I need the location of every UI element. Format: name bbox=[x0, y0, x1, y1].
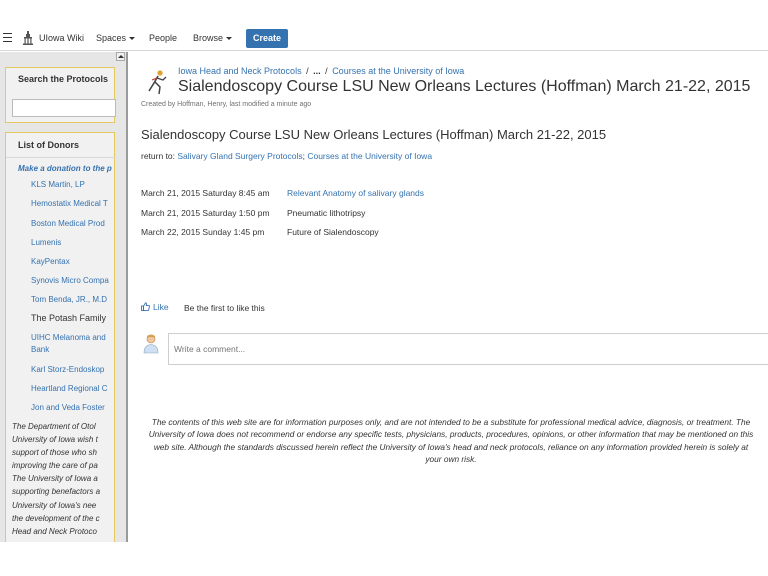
schedule-topic: Future of Sialendoscopy bbox=[287, 227, 379, 237]
breadcrumb-ellipsis[interactable]: ... bbox=[313, 66, 321, 76]
return-to-label: return to: bbox=[141, 151, 178, 161]
paragraph-line: support of those who sh bbox=[12, 448, 97, 458]
schedule-date: March 21, 2015 Saturday 8:45 am bbox=[141, 188, 270, 198]
breadcrumb: Iowa Head and Neck Protocols / ... / Cou… bbox=[178, 66, 464, 76]
donor-link[interactable]: Tom Benda, JR., M.D bbox=[31, 295, 107, 304]
sidebar-paragraph: The Department of Otol University of Iow… bbox=[12, 420, 117, 538]
page-logo-icon bbox=[148, 70, 167, 95]
schedule-row: March 22, 2015 Sunday 1:45 pm Future of … bbox=[141, 227, 379, 237]
breadcrumb-link[interactable]: Courses at the University of Iowa bbox=[332, 66, 464, 76]
search-protocols-title: Search the Protocols bbox=[18, 74, 109, 84]
return-to-line: return to: Salivary Gland Surgery Protoc… bbox=[141, 151, 432, 161]
people-link[interactable]: People bbox=[149, 33, 177, 43]
courses-link[interactable]: Courses at the University of Iowa bbox=[307, 151, 432, 161]
donor-link[interactable]: KayPentax bbox=[31, 257, 70, 266]
breadcrumb-separator: / bbox=[306, 66, 309, 76]
breadcrumb-separator: / bbox=[325, 66, 328, 76]
salivary-gland-protocols-link[interactable]: Salivary Gland Surgery Protocols bbox=[177, 151, 302, 161]
like-status: Be the first to like this bbox=[184, 303, 265, 313]
donor-link[interactable]: Karl Storz-Endoskop bbox=[31, 365, 104, 374]
donor-link[interactable]: KLS Martin, LP bbox=[31, 180, 85, 189]
thumbs-up-icon bbox=[141, 302, 150, 311]
paragraph-line: supporting benefactors a bbox=[12, 487, 101, 497]
browse-label: Browse bbox=[193, 33, 224, 43]
search-protocols-input[interactable] bbox=[12, 99, 116, 117]
chevron-down-icon bbox=[226, 37, 233, 40]
page-title: Sialendoscopy Course LSU New Orleans Lec… bbox=[178, 78, 751, 95]
paragraph-line: University of Iowa wish t bbox=[12, 435, 98, 445]
schedule-date: March 22, 2015 Sunday 1:45 pm bbox=[141, 227, 265, 237]
site-name-link[interactable]: UIowa Wiki bbox=[39, 33, 84, 43]
top-navigation-bar: UIowa Wiki Spaces People Browse Create bbox=[0, 26, 768, 51]
donor-link[interactable]: Boston Medical Prod bbox=[31, 219, 105, 228]
user-avatar-icon bbox=[143, 334, 159, 354]
old-capitol-logo-icon[interactable] bbox=[23, 31, 33, 45]
disclaimer: The contents of this web site are for in… bbox=[148, 417, 754, 465]
page-byline: Created by Hoffman, Henry, last modified… bbox=[141, 101, 312, 108]
paragraph-line: improving the care of pa bbox=[12, 461, 98, 471]
donor-text: The Potash Family bbox=[31, 313, 107, 323]
divider bbox=[6, 157, 116, 158]
schedule-row: March 21, 2015 Saturday 8:45 am Relevant… bbox=[141, 188, 424, 198]
donor-link[interactable]: Hemostatix Medical T bbox=[31, 199, 108, 208]
comment-input[interactable] bbox=[168, 333, 768, 365]
paragraph-line: Head and Neck Protoco bbox=[12, 526, 97, 536]
spaces-menu[interactable]: Spaces bbox=[96, 33, 136, 43]
sidebar: Search the Protocols List of Donors Make… bbox=[0, 52, 128, 542]
sidebar-scroll-up-icon[interactable] bbox=[116, 52, 125, 61]
donate-link[interactable]: Make a donation to the p bbox=[18, 164, 112, 173]
search-protocols-panel: Search the Protocols bbox=[5, 67, 116, 123]
menu-icon[interactable] bbox=[3, 33, 12, 42]
schedule-topic: Pneumatic lithotripsy bbox=[287, 208, 366, 218]
schedule-row: March 21, 2015 Saturday 1:50 pm Pneumati… bbox=[141, 208, 365, 218]
breadcrumb-link[interactable]: Iowa Head and Neck Protocols bbox=[178, 66, 302, 76]
chevron-down-icon bbox=[129, 37, 136, 40]
donor-link[interactable]: UIHC Melanoma and Bank bbox=[31, 332, 111, 356]
paragraph-line: University of Iowa's nee bbox=[12, 500, 97, 510]
like-button[interactable]: Like bbox=[141, 302, 169, 312]
like-row: Like Be the first to like this bbox=[141, 302, 265, 313]
create-button[interactable]: Create bbox=[246, 29, 288, 48]
browse-menu[interactable]: Browse bbox=[193, 33, 233, 43]
content-heading: Sialendoscopy Course LSU New Orleans Lec… bbox=[141, 127, 607, 142]
paragraph-line: the development of the c bbox=[12, 513, 100, 523]
main-content: Iowa Head and Neck Protocols / ... / Cou… bbox=[128, 52, 768, 542]
like-label: Like bbox=[153, 302, 169, 312]
donor-link[interactable]: Jon and Veda Foster bbox=[31, 403, 105, 412]
donor-link[interactable]: Lumenis bbox=[31, 238, 61, 247]
donor-link[interactable]: Synovis Micro Compa bbox=[31, 276, 109, 285]
paragraph-line: The University of Iowa a bbox=[12, 474, 98, 484]
donor-link[interactable]: Heartland Regional C bbox=[31, 384, 108, 393]
schedule-topic-link[interactable]: Relevant Anatomy of salivary glands bbox=[287, 188, 424, 198]
donors-title: List of Donors bbox=[18, 140, 79, 150]
spaces-label: Spaces bbox=[96, 33, 127, 43]
paragraph-line: The Department of Otol bbox=[12, 422, 96, 431]
schedule-date: March 21, 2015 Saturday 1:50 pm bbox=[141, 208, 270, 218]
